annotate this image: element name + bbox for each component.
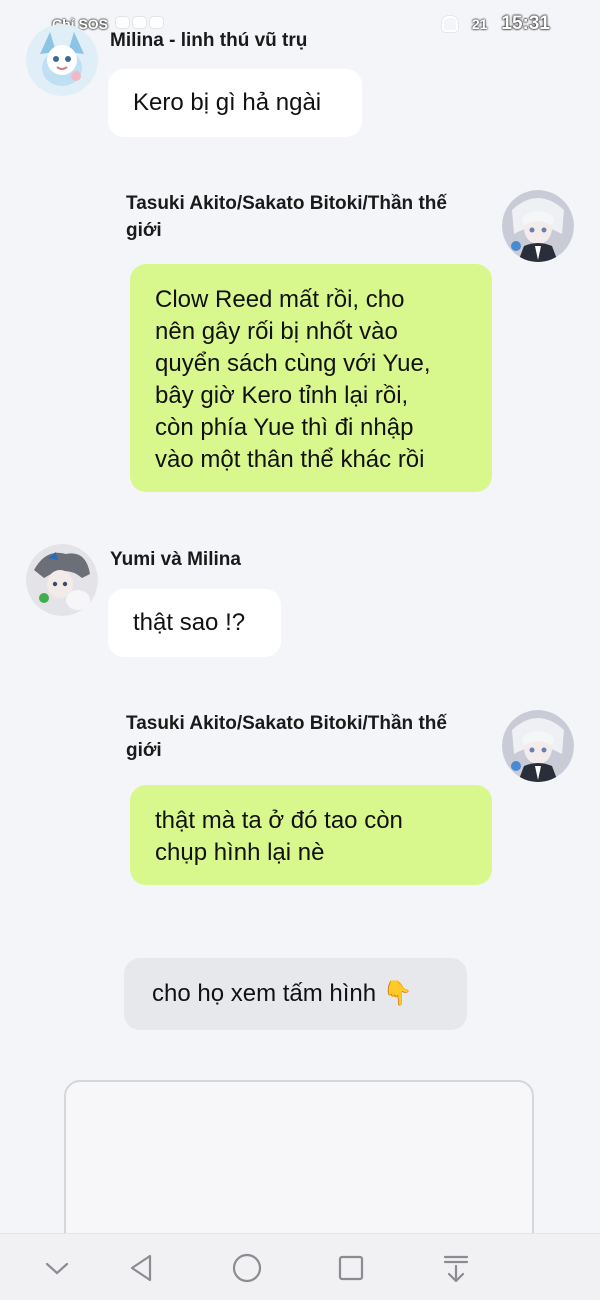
sender-name: Tasuki Akito/Sakato Bitoki/Thần thế giới [126, 190, 486, 244]
message-bubble[interactable]: thật mà ta ở đó tao còn chụp hình lại nè [130, 785, 492, 885]
sender-name-line: Tasuki Akito/Sakato Bitoki/Thần thế [126, 193, 447, 214]
message-line: nên gây rối bị nhốt vào [155, 318, 398, 345]
milina-avatar-icon [26, 24, 98, 96]
avatar-yumi[interactable] [26, 544, 98, 616]
message-bubble[interactable]: Clow Reed mất rồi, cho nên gây rối bị nh… [130, 264, 492, 492]
status-right: 21 15:31 [441, 13, 550, 35]
message-input[interactable] [64, 1080, 534, 1250]
message-text: Kero bị gì hả ngài [133, 89, 322, 116]
avatar-tasuki[interactable] [502, 190, 574, 262]
recents-icon[interactable] [331, 1248, 371, 1288]
narration-bubble[interactable]: cho họ xem tấm hình 👇 [124, 958, 467, 1030]
home-icon[interactable] [227, 1248, 267, 1288]
sender-name: Yumi và Milina [110, 549, 241, 570]
tasuki-avatar-icon [502, 710, 574, 782]
yumi-avatar-icon [26, 544, 98, 616]
sender-name: Milina - linh thú vũ trụ [110, 30, 308, 51]
message-line: Clow Reed mất rồi, cho [155, 286, 405, 313]
sender-name-line: giới [126, 740, 162, 761]
navigation-bar [0, 1233, 600, 1300]
message-bubble[interactable]: Kero bị gì hả ngài [108, 69, 362, 137]
chevron-down-icon[interactable] [37, 1248, 77, 1288]
sender-name: Tasuki Akito/Sakato Bitoki/Thần thế giới [126, 710, 486, 764]
back-icon[interactable] [122, 1248, 162, 1288]
avatar-milina[interactable] [26, 24, 98, 96]
message-line: chụp hình lại nè [155, 839, 325, 866]
download-icon[interactable] [436, 1248, 476, 1288]
message-bubble[interactable]: thật sao !? [108, 589, 281, 657]
message-line: bây giờ Kero tỉnh lại rồi, [155, 382, 409, 409]
chat-screen: Chỉ SOS 21 15:31 Milina - linh thú vũ tr… [0, 0, 600, 1300]
message-line: thật mà ta ở đó tao còn [155, 807, 403, 834]
bell-icon [441, 16, 458, 32]
sender-name-line: giới [126, 220, 162, 241]
message-text: thật sao !? [133, 609, 246, 636]
avatar-tasuki[interactable] [502, 710, 574, 782]
narration-text: cho họ xem tấm hình 👇 [152, 980, 413, 1007]
message-line: quyển sách cùng với Yue, [155, 350, 431, 377]
tasuki-avatar-icon [502, 190, 574, 262]
sender-name-line: Tasuki Akito/Sakato Bitoki/Thần thế [126, 713, 447, 734]
message-line: vào một thân thể khác rồi [155, 446, 425, 473]
clock: 15:31 [501, 13, 550, 34]
battery-level: 21 [471, 16, 488, 32]
message-line: còn phía Yue thì đi nhập [155, 414, 414, 441]
